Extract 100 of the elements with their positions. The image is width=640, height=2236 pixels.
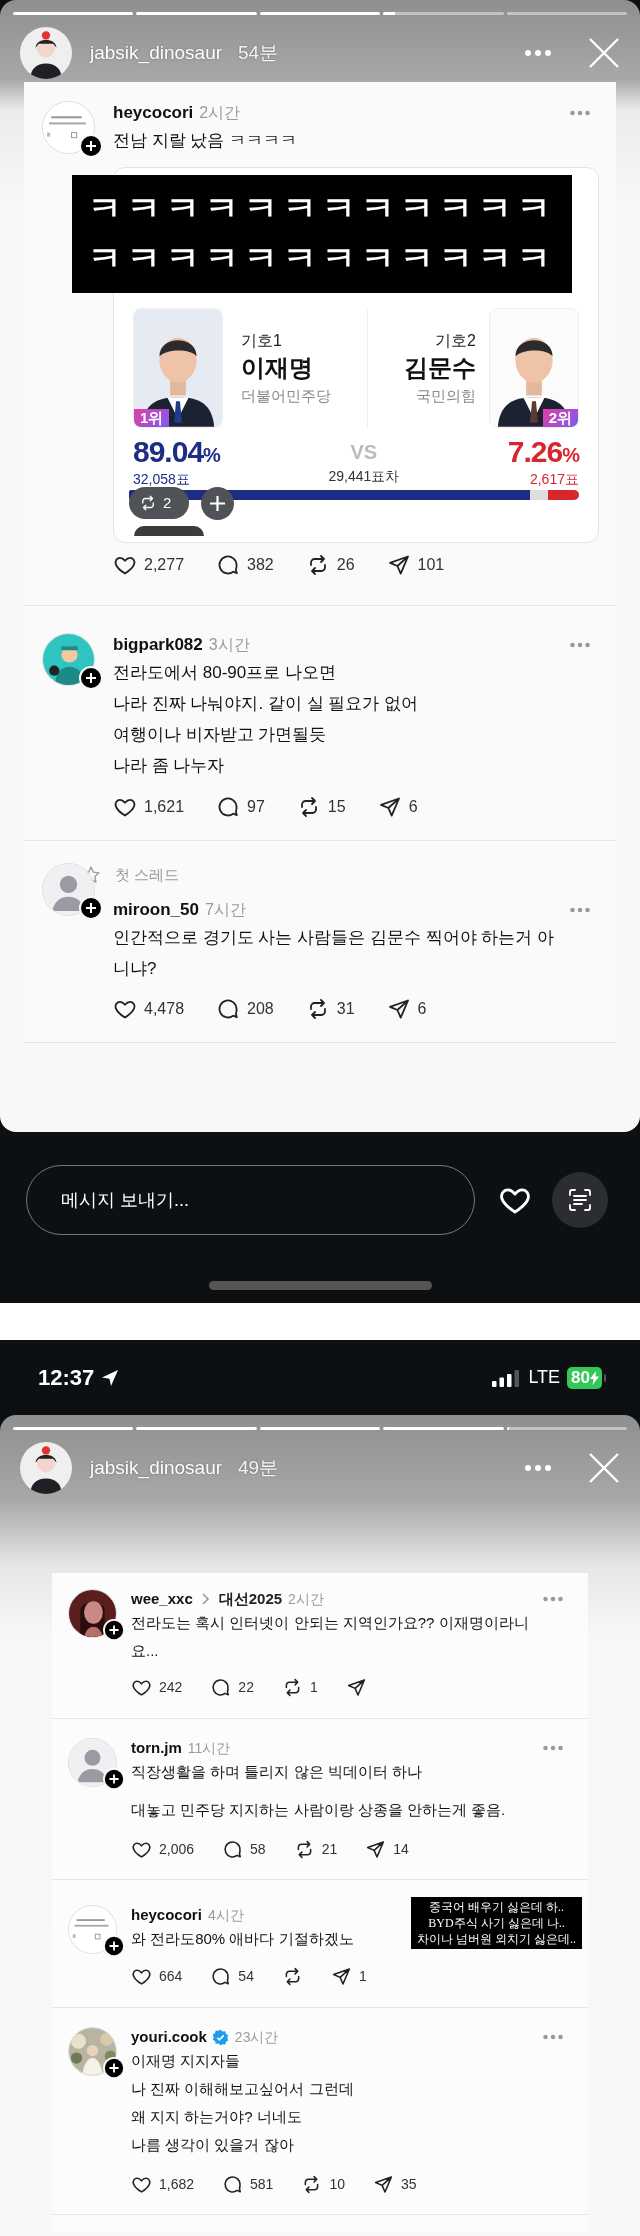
post-text: 와 전라도80% 애바다 기절하겠노	[131, 1929, 354, 1949]
share-count: 35	[401, 2174, 417, 2194]
follow-plus-icon[interactable]	[103, 1935, 125, 1957]
vote-percent: 89.04%	[133, 436, 220, 470]
candidate-name: 김문수	[404, 353, 476, 383]
close-icon[interactable]	[588, 37, 620, 69]
share-count: 6	[408, 797, 418, 817]
more-icon[interactable]	[542, 1745, 564, 1751]
more-icon[interactable]	[524, 1464, 552, 1472]
rank-badge: 1위	[134, 409, 170, 427]
party-name: 더불어민주당	[241, 386, 331, 406]
post-time: 7시간	[205, 900, 246, 920]
follow-plus-icon[interactable]	[79, 666, 103, 690]
post-text: 전라도는 혹시 인터넷이 안되는 지역인가요?? 이재명이라니요...	[131, 1613, 530, 1661]
more-icon[interactable]	[569, 907, 591, 913]
share-count: 14	[393, 1839, 409, 1859]
sticker-text: ㅋㅋㅋㅋㅋㅋㅋㅋㅋㅋㅋㅋ	[88, 238, 556, 279]
share-icon[interactable]	[386, 997, 411, 1021]
username[interactable]: heycocori	[113, 100, 194, 126]
more-icon[interactable]	[569, 642, 591, 648]
network-type: LTE	[528, 1366, 561, 1389]
share-count: 6	[417, 999, 427, 1019]
share-icon[interactable]	[345, 1676, 367, 1698]
comment-icon[interactable]	[216, 795, 241, 819]
repost-count: 15	[327, 797, 346, 817]
comment-icon[interactable]	[210, 1965, 232, 1987]
comment-icon[interactable]	[222, 1838, 244, 1860]
vs-label: VS	[349, 440, 379, 465]
comment-icon[interactable]	[216, 553, 241, 577]
follow-plus-icon[interactable]	[79, 896, 103, 920]
like-count: 2,006	[159, 1839, 195, 1859]
share-icon[interactable]	[330, 1965, 352, 1987]
username[interactable]: youri.cook	[131, 2025, 207, 2049]
post-time: 2시간	[288, 1589, 324, 1609]
topic-link[interactable]: 대선2025	[218, 1587, 283, 1611]
repost-count: 26	[336, 555, 355, 575]
comment-count: 581	[250, 2174, 274, 2194]
share-icon[interactable]	[386, 553, 411, 577]
share-icon[interactable]	[365, 1838, 387, 1860]
username[interactable]: heycocori	[131, 1903, 202, 1927]
post-time: 49분	[238, 1455, 279, 1480]
repost-button[interactable]: 2	[129, 487, 189, 519]
clock-time: 12:37	[38, 1364, 95, 1392]
username[interactable]: bigpark082	[113, 632, 203, 658]
like-count: 664	[159, 1966, 183, 1986]
comment-count: 382	[247, 555, 274, 575]
comment-count: 97	[247, 797, 265, 817]
add-button[interactable]	[201, 487, 234, 520]
post-time: 54분	[238, 40, 279, 65]
candidate-name: 이재명	[241, 353, 314, 383]
follow-plus-icon[interactable]	[103, 2057, 125, 2079]
username[interactable]: wee_xxc	[131, 1587, 193, 1611]
close-icon[interactable]	[588, 1452, 620, 1484]
comment-count: 208	[247, 999, 274, 1019]
post-time: 4시간	[207, 1905, 244, 1925]
username[interactable]: miroon_50	[113, 897, 199, 923]
follow-plus-icon[interactable]	[103, 1619, 125, 1641]
post-text: 대놓고 민주당 지지하는 사람이랑 상종을 안하는게 좋음.	[131, 1800, 506, 1820]
post-time: 2시간	[199, 103, 241, 123]
comment-count: 54	[238, 1966, 254, 1986]
chevron-icon	[200, 1593, 211, 1605]
rank-badge: 2위	[542, 409, 578, 427]
follow-plus-icon[interactable]	[79, 134, 103, 158]
share-icon[interactable]	[377, 795, 402, 819]
follow-plus-icon[interactable]	[103, 1768, 125, 1790]
post-text: 직장생활을 하며 틀리지 않은 빅데이터 하나	[131, 1762, 422, 1782]
username[interactable]: torn.jm	[131, 1736, 182, 1760]
more-icon[interactable]	[524, 49, 552, 57]
candidate-number: 기호1	[241, 331, 283, 351]
post-time: 23시간	[234, 2027, 279, 2047]
share-count: 1	[358, 1966, 367, 1986]
post-text: 전라도에서 80-90프로 나오면 나라 진짜 나눠야지. 같이 실 필요가 없어 여행이나 비자받고 가면될듯 나라 좀 나누자	[113, 662, 419, 777]
charging-bolt-icon	[590, 1370, 599, 1385]
vote-margin: 29,441표차	[328, 468, 400, 484]
comment-icon[interactable]	[210, 1676, 232, 1698]
repost-count: 31	[336, 999, 355, 1019]
default-avatar-icon	[69, 1739, 116, 1786]
message-field[interactable]: 메시지 보내기...	[26, 1165, 475, 1235]
like-count: 1,682	[159, 2174, 195, 2194]
comment-icon[interactable]	[222, 2173, 244, 2195]
repost-icon	[139, 494, 157, 512]
comment-count: 58	[250, 1839, 266, 1859]
post-time: 11시간	[187, 1738, 231, 1758]
more-icon[interactable]	[542, 2034, 564, 2040]
comment-icon[interactable]	[216, 997, 241, 1021]
like-count: 242	[159, 1677, 183, 1697]
signal-icon	[492, 1368, 521, 1387]
more-icon[interactable]	[569, 110, 591, 116]
sticker-text: 차이나 넘버원 외치기 싫은데..	[417, 1931, 576, 1947]
thread-label: 첫 스레드	[115, 864, 180, 885]
post-text: 이재명 지지자들 나 진짜 이해해보고싶어서 그런데 왜 지지 하는거야? 너네도 나름 생각이 있을거 잖아	[131, 2051, 354, 2155]
more-icon[interactable]	[542, 1596, 564, 1602]
post-text: 전남 지랄 났음 ㅋㅋㅋㅋ	[113, 130, 298, 152]
repost-count: 1	[309, 1677, 318, 1697]
repost-count: 21	[321, 1839, 338, 1859]
party-name: 국민의힘	[415, 386, 476, 406]
scan-button[interactable]	[552, 1172, 608, 1228]
repost-count: 10	[329, 2174, 345, 2194]
battery-percent: 80	[571, 1366, 590, 1389]
share-icon[interactable]	[373, 2173, 394, 2195]
